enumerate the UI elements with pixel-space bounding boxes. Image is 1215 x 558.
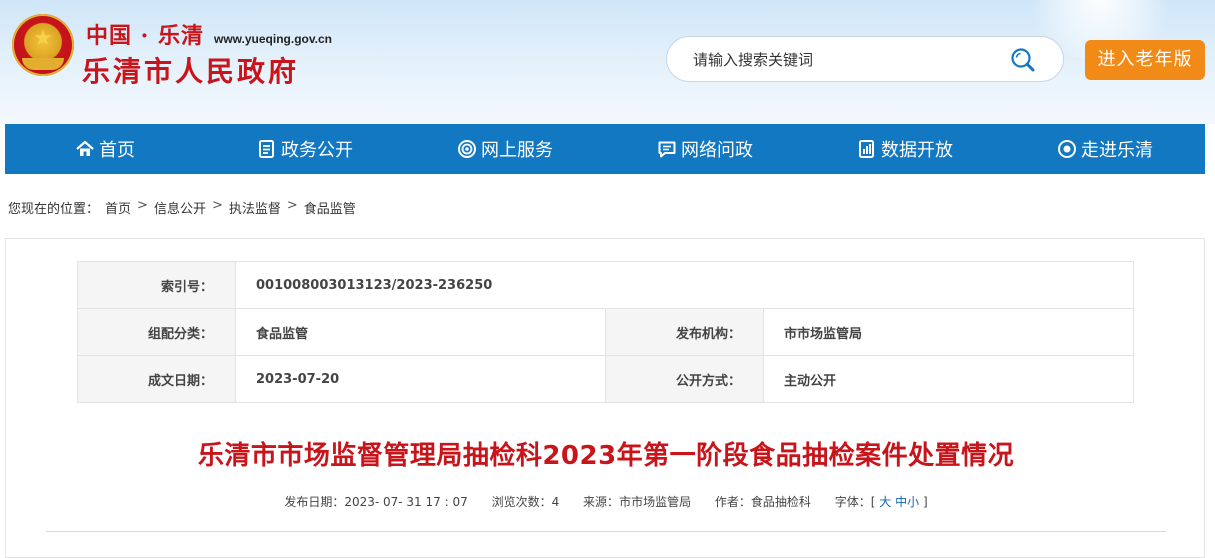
logo-top-line: 中国 · 乐清 www.yueqing.gov.cn <box>86 18 332 50</box>
font-size-control: 字体：[ 大 中小 ] <box>835 495 928 509</box>
font-large-link[interactable]: 大 <box>879 495 891 509</box>
article-content-panel: 索引号： 001008003013123/2023-236250 组配分类： 食… <box>5 238 1205 558</box>
font-bracket-close: ] <box>923 495 928 509</box>
content-divider <box>46 531 1166 532</box>
breadcrumb-prefix: 您现在的位置： <box>8 202 100 217</box>
font-small-link[interactable]: 小 <box>907 495 919 509</box>
index-label: 索引号： <box>77 261 236 309</box>
site-logo-name[interactable]: 乐清市人民政府 <box>82 50 299 90</box>
source-value: 市市场监管局 <box>619 495 692 509</box>
date-label: 成文日期： <box>77 355 236 403</box>
font-medium-link[interactable]: 中 <box>895 495 907 509</box>
font-size-label: 字体： <box>834 495 871 509</box>
article-info-bar: 发布日期：2023- 07- 31 17 : 07 浏览次数：4 来源：市市场监… <box>6 493 1206 510</box>
view-count-value: 4 <box>551 495 560 509</box>
document-icon <box>259 140 274 158</box>
category-value: 食品监管 <box>235 308 606 356</box>
date-value: 2023-07-20 <box>235 355 606 403</box>
logo-url: www.yueqing.gov.cn <box>213 32 332 46</box>
meta-row: 组配分类： 食品监管 发布机构： 市市场监管局 <box>77 308 1134 356</box>
nav-item-label: 网络问政 <box>681 140 753 161</box>
nav-item-open-data[interactable]: 数据开放 <box>805 124 1005 174</box>
breadcrumb-link-food[interactable]: 食品监管 <box>304 198 356 217</box>
eye-icon <box>1058 140 1076 158</box>
font-bracket-open: [ <box>870 495 876 509</box>
method-value: 主动公开 <box>763 355 1134 403</box>
publish-date-label: 发布日期： <box>284 495 345 509</box>
nav-item-home[interactable]: 首页 <box>5 124 205 174</box>
author-value: 食品抽检科 <box>750 495 811 509</box>
breadcrumb-separator: > <box>286 198 298 213</box>
message-icon <box>658 141 676 158</box>
view-count-label: 浏览次数： <box>491 495 552 509</box>
search-box <box>666 36 1064 82</box>
breadcrumb-link-info[interactable]: 信息公开 <box>154 198 206 217</box>
home-icon <box>76 140 94 156</box>
nav-item-label: 网上服务 <box>481 140 553 161</box>
meta-info-table: 索引号： 001008003013123/2023-236250 组配分类： 食… <box>77 261 1134 403</box>
nav-item-online-inquiry[interactable]: 网络问政 <box>605 124 805 174</box>
site-header: ★ 中国 · 乐清 www.yueqing.gov.cn 乐清市人民政府 进入老… <box>0 0 1215 124</box>
publish-date: 发布日期：2023- 07- 31 17 : 07 <box>284 495 467 509</box>
main-nav: 首页 政务公开 网上服务 网络问政 数据开放 走进乐清 <box>5 124 1205 174</box>
search-icon[interactable] <box>1009 46 1037 74</box>
elder-version-button[interactable]: 进入老年版 <box>1085 40 1205 80</box>
nav-item-online-service[interactable]: 网上服务 <box>405 124 605 174</box>
nav-item-label: 政务公开 <box>281 140 353 161</box>
nav-item-about-yueqing[interactable]: 走进乐清 <box>1005 124 1205 174</box>
view-count: 浏览次数：4 <box>492 495 560 509</box>
nav-item-label: 首页 <box>99 140 135 161</box>
breadcrumb-separator: > <box>211 198 223 213</box>
source-label: 来源： <box>583 495 620 509</box>
nav-item-label: 数据开放 <box>881 140 953 161</box>
author-label: 作者： <box>714 495 751 509</box>
breadcrumb: 您现在的位置： 首页 > 信息公开 > 执法监督 > 食品监管 <box>8 198 356 217</box>
category-label: 组配分类： <box>77 308 236 356</box>
data-icon <box>859 140 874 158</box>
national-emblem-icon: ★ <box>12 14 74 76</box>
nav-item-label: 走进乐清 <box>1081 140 1153 161</box>
article-title: 乐清市市场监督管理局抽检科2023年第一阶段食品抽检案件处置情况 <box>197 441 1015 471</box>
service-icon <box>458 140 476 158</box>
breadcrumb-link-enforcement[interactable]: 执法监督 <box>229 198 281 217</box>
meta-row: 成文日期： 2023-07-20 公开方式： 主动公开 <box>77 355 1134 403</box>
search-input[interactable] <box>691 47 995 73</box>
publisher-value: 市市场监管局 <box>763 308 1134 356</box>
breadcrumb-separator: > <box>137 198 148 213</box>
author: 作者：食品抽检科 <box>715 495 811 509</box>
nav-item-government-affairs[interactable]: 政务公开 <box>205 124 405 174</box>
publish-date-value: 2023- 07- 31 17 : 07 <box>344 495 468 509</box>
method-label: 公开方式： <box>605 355 764 403</box>
breadcrumb-link-home[interactable]: 首页 <box>105 198 131 217</box>
logo-top-text: 中国 · 乐清 <box>86 23 204 49</box>
source: 来源：市市场监管局 <box>583 495 691 509</box>
index-value: 001008003013123/2023-236250 <box>235 261 1134 309</box>
publisher-label: 发布机构： <box>605 308 764 356</box>
meta-row: 索引号： 001008003013123/2023-236250 <box>77 261 1134 309</box>
